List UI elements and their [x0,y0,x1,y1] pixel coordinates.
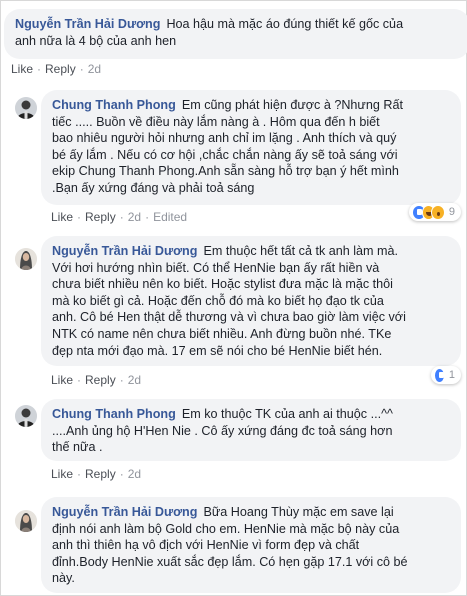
comment-text-line: ekip Chung Thanh Phong.Anh sẵn sàng hỗ t… [52,164,399,179]
comment-author[interactable]: Chung Thanh Phong [52,98,176,112]
like-link[interactable]: Like [51,210,73,224]
comment-author[interactable]: Nguyễn Trần Hải Dương [15,17,160,31]
like-link[interactable]: Like [51,373,73,387]
reaction-summary[interactable]: 9 [409,203,461,221]
avatar[interactable] [15,510,37,532]
reaction-count: 9 [448,206,455,218]
comment-text-line: này. [52,571,75,586]
comment-text-line: chưa biết nhiều nên ko biết. Hoặc stylis… [52,277,393,292]
comment-actions: Like · Reply · 2d · Edited [51,210,188,224]
comment-text-line: anh. Cô bé Hen thật dễ thương và vì chưa… [52,310,406,325]
comment-text-line: anh nữa là 4 bộ của anh hen [15,33,177,48]
comment-text-line: thế nữa . [52,440,103,455]
avatar[interactable] [15,248,37,270]
comment-thread: Nguyễn Trần Hải Dương Hoa hậu mà mặc áo đ… [0,0,467,596]
comment-text-line: tiếc ..... Buồn về điều này lắm nàng à .… [52,114,380,129]
comment-text-line: Em ko thuộc TK của anh ai thuộc ...^^ [181,407,393,421]
comment-timestamp[interactable]: 2d [128,373,141,387]
comment-author[interactable]: Nguyễn Trần Hải Dương [52,505,197,519]
comment-text-line: bao nhiêu người hỏi nhưng anh chỉ im lặn… [52,131,397,146]
comment-timestamp[interactable]: 2d [128,210,141,224]
comment-text-line: anh thì thiên hạ vô địch với HenNie vì f… [52,538,360,553]
like-link[interactable]: Like [11,62,33,76]
reply-link[interactable]: Reply [85,467,116,481]
comment-text-line: Hoa hậu mà mặc áo đúng thiết kế gốc của [166,17,404,31]
comment-actions: Like · Reply · 2d [11,62,102,76]
comment-text-line: Với hơi hướng nhìn biết. Có thể HenNie b… [52,260,380,275]
comment-timestamp[interactable]: 2d [128,467,141,481]
comment-text-line: Em cũng phát hiện được à ?Nhưng Rất [181,98,403,112]
avatar[interactable] [15,405,37,427]
comment-timestamp[interactable]: 2d [88,62,101,76]
comment-text-line: đỉnh.Body HenNie xuất sắc đẹp lắm. Có hẹ… [52,554,408,569]
comment-bubble: Chung Thanh Phong Em cũng phát hiện được … [41,90,461,205]
reply-link[interactable]: Reply [45,62,76,76]
comment-actions: Like · Reply · 2d [51,373,142,387]
reply-link[interactable]: Reply [85,373,116,387]
wow-reaction-icon [431,204,445,220]
comment-text-line: bé ấy lắm . Nếu có cơ hội ,chắc chắn nàn… [52,147,398,162]
comment-text-line: định nói anh làm bộ Gold cho em. HenNie … [52,521,400,536]
comment-text-line: NTK có name nên chưa biết nhiều. Anh đừn… [52,326,392,341]
avatar[interactable] [15,97,37,119]
comment-text-line: Bữa Hoang Thùy mặc em save lại [203,505,394,519]
reaction-count: 1 [448,369,455,381]
comment-bubble: Chung Thanh Phong Em ko thuộc TK của anh … [41,399,461,461]
comment-author[interactable]: Nguyễn Trần Hải Dương [52,244,197,258]
comment-text-line: .Bạn ấy xứng đáng và phải toả sáng [52,180,255,195]
comment-text-line: ....Anh ủng hộ H'Hen Nie . Cô ấy xứng đá… [52,423,393,438]
like-reaction-icon [434,367,445,383]
comment-bubble: Nguyễn Trần Hải Dương Em thuộc hết tất cả… [41,236,461,366]
edited-label[interactable]: Edited [153,210,187,224]
reaction-summary[interactable]: 1 [431,366,461,384]
comment-actions: Like · Reply · 2d [51,467,142,481]
comment-author[interactable]: Chung Thanh Phong [52,407,176,421]
comment-text-line: mà ko biết gì cả. Hoặc đến chỗ đó mà ko … [52,293,384,308]
comment-text-line: Em thuộc hết tất cả tk anh làm mà. [203,244,399,258]
like-link[interactable]: Like [51,467,73,481]
comment-text-line: đẹp nta mới đạo mà. 17 em sẽ nói cho bé … [52,343,383,358]
comment-bubble: Nguyễn Trần Hải Dương Hoa hậu mà mặc áo đ… [4,9,467,59]
comment-bubble: Nguyễn Trần Hải Dương Bữa Hoang Thùy mặc … [41,497,461,593]
reply-link[interactable]: Reply [85,210,116,224]
